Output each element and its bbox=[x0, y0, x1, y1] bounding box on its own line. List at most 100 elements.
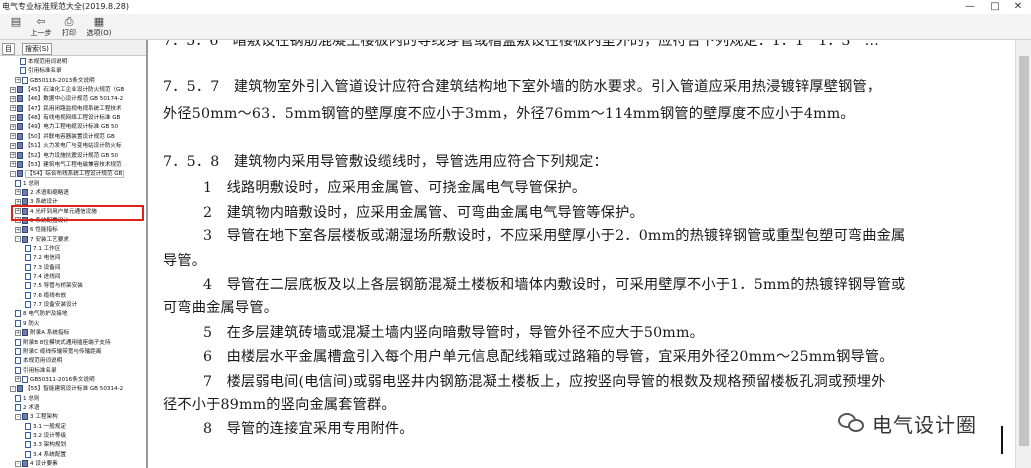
toolbar: ▤ ⇦ 上一步 ⎙ 打印 ▦ 选项(O) bbox=[0, 14, 1031, 40]
tree-item-label: 7 安装工艺要求 bbox=[30, 236, 69, 243]
expand-icon[interactable]: + bbox=[10, 86, 16, 93]
collapse-icon[interactable]: - bbox=[15, 460, 21, 467]
page-icon bbox=[25, 254, 31, 262]
tree-item[interactable]: + 【49】电力工程电缆设计标准 GB 50 bbox=[10, 123, 146, 132]
expand-icon[interactable]: + bbox=[15, 77, 21, 84]
tree-item-label: 【48】有线电视网络工程设计标准 GB bbox=[25, 115, 121, 122]
page-icon bbox=[25, 263, 31, 271]
tree-item-label: 7.2 电信间 bbox=[33, 255, 61, 262]
close-button[interactable]: ✕ bbox=[1008, 0, 1028, 14]
tree-item-label: 【52】电力设施抗震设计规范 GB 50 bbox=[25, 152, 119, 159]
back-icon: ⇦ bbox=[36, 15, 46, 28]
tree-item[interactable]: 7.2 电信间 bbox=[25, 254, 146, 263]
tree-item[interactable]: - 4 设计要素 bbox=[15, 460, 146, 468]
expand-icon[interactable]: + bbox=[10, 123, 16, 130]
tree-item[interactable]: + 【51】火力发电厂与变电站设计防火标 bbox=[10, 142, 146, 151]
tree-item[interactable]: - 3 工程架构 bbox=[15, 413, 146, 422]
scrollbar-thumb[interactable] bbox=[1019, 56, 1029, 446]
expand-icon[interactable]: + bbox=[15, 226, 21, 233]
expand-icon[interactable]: + bbox=[15, 376, 21, 383]
tree-item[interactable]: 1 总则 bbox=[15, 394, 146, 404]
tree-item[interactable]: - 7 安装工艺要求 bbox=[15, 235, 146, 245]
tree-item[interactable]: 本规范用词说明 bbox=[20, 58, 146, 67]
tree-item-label: 【49】电力工程电缆设计标准 GB 50 bbox=[25, 124, 119, 131]
tree-item[interactable]: 9 防火 bbox=[15, 319, 146, 329]
expand-icon[interactable]: + bbox=[10, 114, 16, 121]
tree-item[interactable]: 7.6 缆线布放 bbox=[25, 291, 146, 301]
tree-item[interactable]: + 附录A 系统指标 bbox=[15, 329, 146, 338]
book-icon bbox=[22, 226, 28, 234]
expand-icon[interactable]: + bbox=[10, 133, 16, 140]
back-button[interactable]: ⇦ 上一步 bbox=[28, 15, 54, 39]
expand-icon[interactable]: + bbox=[15, 329, 21, 336]
tree-item[interactable]: 附录C 缆线传输带宽与传输距离 bbox=[15, 347, 146, 357]
page-icon bbox=[15, 403, 21, 411]
expand-icon[interactable]: + bbox=[10, 95, 16, 102]
collapse-icon[interactable]: - bbox=[15, 413, 21, 420]
options-button[interactable]: ▦ 选项(O) bbox=[84, 15, 114, 39]
tree-item[interactable]: + 【53】建筑电气工程电磁兼容技术规范 bbox=[10, 160, 146, 170]
document-line: 导管。 bbox=[163, 253, 207, 269]
tree-item[interactable]: + GB50311-2016条文说明 bbox=[15, 375, 146, 385]
collapse-icon[interactable]: - bbox=[10, 385, 16, 392]
tree-item-label: 3.1 一般规定 bbox=[33, 423, 67, 430]
tree-item[interactable]: + 【50】并联电容器装置设计规范 GB bbox=[10, 132, 146, 142]
vertical-scrollbar[interactable] bbox=[1015, 40, 1031, 468]
tab-contents[interactable]: 目 bbox=[2, 43, 15, 55]
tree-item[interactable]: 本规范用词说明 bbox=[15, 357, 146, 366]
partial-line: 7．5．6 暗敷设在钢筋混凝土楼板内的导线穿管或槽盒敷设在楼板内室外的，应符合下… bbox=[163, 40, 879, 49]
tree-item[interactable]: 3.2 设计等级 bbox=[25, 432, 146, 441]
expand-icon[interactable]: + bbox=[10, 152, 16, 158]
tree-item-label: 6 性能指标 bbox=[30, 227, 58, 234]
tree-item[interactable]: 引用标准名录 bbox=[15, 366, 146, 376]
tree-item[interactable]: 3.1 一般规定 bbox=[25, 422, 146, 432]
expand-icon[interactable]: + bbox=[10, 161, 16, 168]
text-cursor bbox=[1001, 426, 1003, 454]
tree-item[interactable]: 7.4 进线间 bbox=[25, 273, 146, 282]
expand-icon[interactable]: + bbox=[15, 189, 21, 196]
minimize-button[interactable]: — bbox=[960, 0, 980, 14]
tree-item-label: 4 设计要素 bbox=[30, 461, 58, 468]
document-line: 7 楼层弱电间(电信间)或弱电竖井内钢筋混凝土楼板上，应按竖向导管的根数及规格预… bbox=[203, 374, 886, 390]
print-icon: ⎙ bbox=[64, 15, 74, 28]
hide-button[interactable]: ▤ bbox=[3, 15, 29, 39]
expand-icon[interactable]: + bbox=[15, 198, 21, 205]
maximize-button[interactable]: □ bbox=[985, 0, 1005, 14]
tree-item[interactable]: 7.5 导管与桥架安装 bbox=[25, 282, 146, 291]
expand-icon[interactable]: + bbox=[10, 105, 16, 112]
tree-item[interactable]: 1 总则 bbox=[15, 179, 146, 189]
tree-item[interactable]: + GB50116-2013条文说明 bbox=[15, 76, 146, 86]
tree-item[interactable]: 7.1 工作区 bbox=[25, 245, 146, 254]
tab-search[interactable]: 搜索(S) bbox=[22, 43, 52, 55]
tree-item[interactable]: + 【46】数据中心设计规范 GB 50174-2 bbox=[10, 95, 146, 104]
book-icon bbox=[17, 132, 23, 140]
tree-item[interactable]: +6 性能指标 bbox=[15, 226, 146, 235]
tree-item[interactable]: 7.3 设备间 bbox=[25, 263, 146, 273]
tree-item[interactable]: 3.3 架构规划 bbox=[25, 441, 146, 450]
tree-item[interactable]: 8 电气防护及接地 bbox=[15, 310, 146, 319]
document-line: 径不小于89mm的竖向金属套管群。 bbox=[163, 397, 396, 413]
tree-item[interactable]: + 【48】有线电视网络工程设计标准 GB bbox=[10, 114, 146, 123]
page-icon bbox=[20, 58, 26, 65]
collapse-icon[interactable]: - bbox=[10, 170, 16, 177]
tree-item[interactable]: 7.7 设备安装设计 bbox=[25, 301, 146, 310]
tree-item[interactable]: 3.4 系统配置 bbox=[25, 450, 146, 460]
tree-item[interactable]: - 【55】智能建筑设计标准 GB 50314-2 bbox=[10, 385, 146, 394]
tree-item[interactable]: 2 术语 bbox=[15, 403, 146, 413]
tree-item[interactable]: 附录B 8位模块式通用插座端子支持 bbox=[15, 338, 146, 348]
tree-item[interactable]: - 【54】综合布线系统工程设计规范 GB bbox=[10, 170, 146, 179]
page-icon bbox=[25, 245, 31, 252]
tree-item[interactable]: + 【45】石油化工企业设计防火规范（GB bbox=[10, 86, 146, 95]
tree-item[interactable]: + 【52】电力设施抗震设计规范 GB 50 bbox=[10, 151, 146, 161]
tree-item[interactable]: + 【47】民用闭路监视电视系统工程技术 bbox=[10, 104, 146, 114]
tree-item-label: 3.2 设计等级 bbox=[33, 433, 67, 439]
expand-icon[interactable]: + bbox=[10, 142, 16, 149]
tree-item-label: 引用标准名录 bbox=[28, 68, 62, 75]
tree-item[interactable]: +2 术语和缩略语 bbox=[15, 188, 146, 198]
tree-item-label: 7.5 导管与桥架安装 bbox=[33, 283, 83, 290]
tree-item-label: GB50311-2016条文说明 bbox=[30, 376, 95, 383]
collapse-icon[interactable]: - bbox=[15, 236, 21, 243]
document-line: 8 导管的连接宜采用专用附件。 bbox=[203, 421, 414, 437]
tree-item[interactable]: 引用标准名录 bbox=[20, 67, 146, 76]
print-button[interactable]: ⎙ 打印 bbox=[56, 15, 82, 39]
